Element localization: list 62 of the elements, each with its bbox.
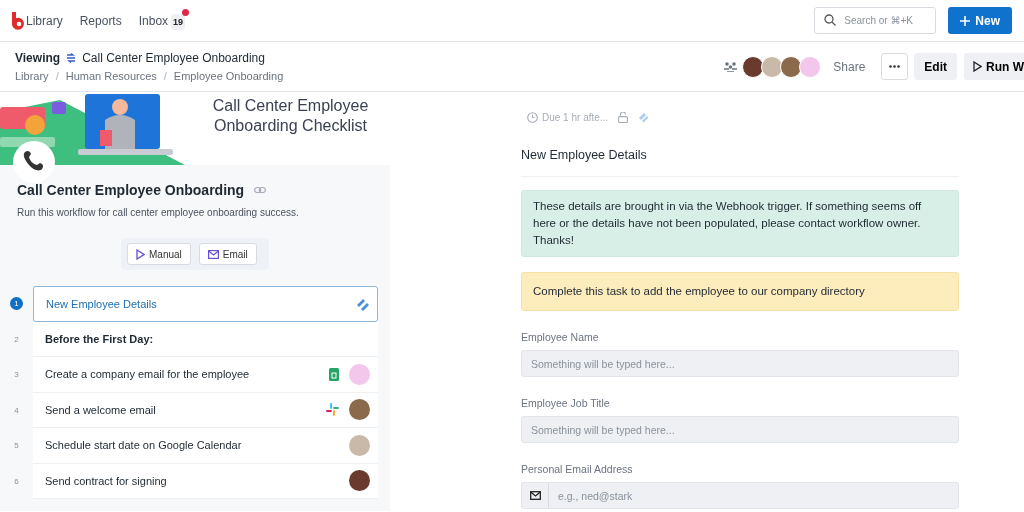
step-label: New Employee Details [46,297,158,310]
breadcrumb-separator: / [55,70,59,82]
step-item[interactable]: Send contract for signing [33,463,378,499]
new-button[interactable]: New [948,7,1012,34]
step-number: 2 [14,334,19,344]
step-number: 6 [14,476,19,486]
workflow-icon [66,53,77,63]
nav-link[interactable]: Inbox 19 [138,13,186,28]
step-item[interactable]: Send a welcome email [33,392,378,428]
trigger-button[interactable]: Email [198,243,257,265]
step-number: 1 [10,297,23,311]
search-field[interactable]: Search or ⌘+K [814,7,937,34]
warning-message: Complete this task to add the employee to our company directory [521,272,959,311]
step-number: 4 [14,405,19,415]
due-date: Due 1 hr afte... [542,112,609,123]
breadcrumb-link[interactable]: Library [15,70,49,82]
step-label: Send a welcome email [45,403,157,416]
logo-icon[interactable] [10,10,26,31]
step-item[interactable]: Schedule start date on Google Calendar [33,428,378,464]
clock-icon [527,112,538,123]
breadcrumb-separator: / [163,70,167,82]
input-field[interactable]: Something will be typed here... [521,416,959,443]
nav-link[interactable]: Reports [79,13,122,28]
plus-icon [960,15,971,26]
edit-button[interactable]: Edit [914,53,957,80]
workflow-title: Call Center Employee Onboarding [82,51,265,65]
run-button[interactable]: Run W [964,53,1024,80]
workflow-description: Run this workflow for call center employee onboarding success. [16,206,300,218]
field-label: Personal Email Address [521,463,634,475]
field-label: Employee Job Title [521,397,611,409]
trigger-button[interactable]: Manual [127,243,191,265]
step-number: 5 [14,441,19,451]
lock-icon [618,112,629,123]
step-label: Schedule start date on Google Calendar [45,439,243,452]
play-icon [973,61,982,72]
step-label: Before the First Day: [45,332,155,345]
breadcrumb-link[interactable]: Human Resources [65,70,157,82]
nav-link[interactable]: Library [26,13,63,28]
step-number: 3 [14,370,19,380]
breadcrumb-link[interactable]: Employee Onboarding [173,70,284,82]
step-item[interactable]: Before the First Day: [33,321,378,357]
envelope-icon [529,491,541,500]
workflow-heading: Call Center Employee Onboarding [17,182,245,198]
count-badge: 19 [171,13,186,30]
task-title: New Employee Details [521,123,959,177]
ellipsis-icon [889,65,901,68]
search-icon [824,14,837,26]
step-item[interactable]: Create a company email for the employee [33,357,378,393]
people-icon[interactable] [724,61,738,72]
step-item[interactable]: New Employee Details [33,286,378,322]
step-label: Create a company email for the employee [45,368,251,381]
field-label: Employee Name [521,331,600,343]
play-icon [136,248,145,260]
share-link[interactable]: Share [833,59,866,74]
input-field[interactable]: Something will be typed here... [521,350,959,377]
envelope-icon [207,249,219,259]
webhook-icon [638,112,650,123]
info-message: These details are brought in via the Webhook trigger. If something seems off here or the details have not been populated, please contact workflow owner. Thanks! [521,190,959,257]
input-field[interactable]: e.g., ned@stark [549,482,959,509]
banner-title: Call Center Employee Onboarding Checklist [211,96,370,136]
step-label: Send contract for signing [45,474,168,487]
viewing-label: Viewing [15,51,61,65]
